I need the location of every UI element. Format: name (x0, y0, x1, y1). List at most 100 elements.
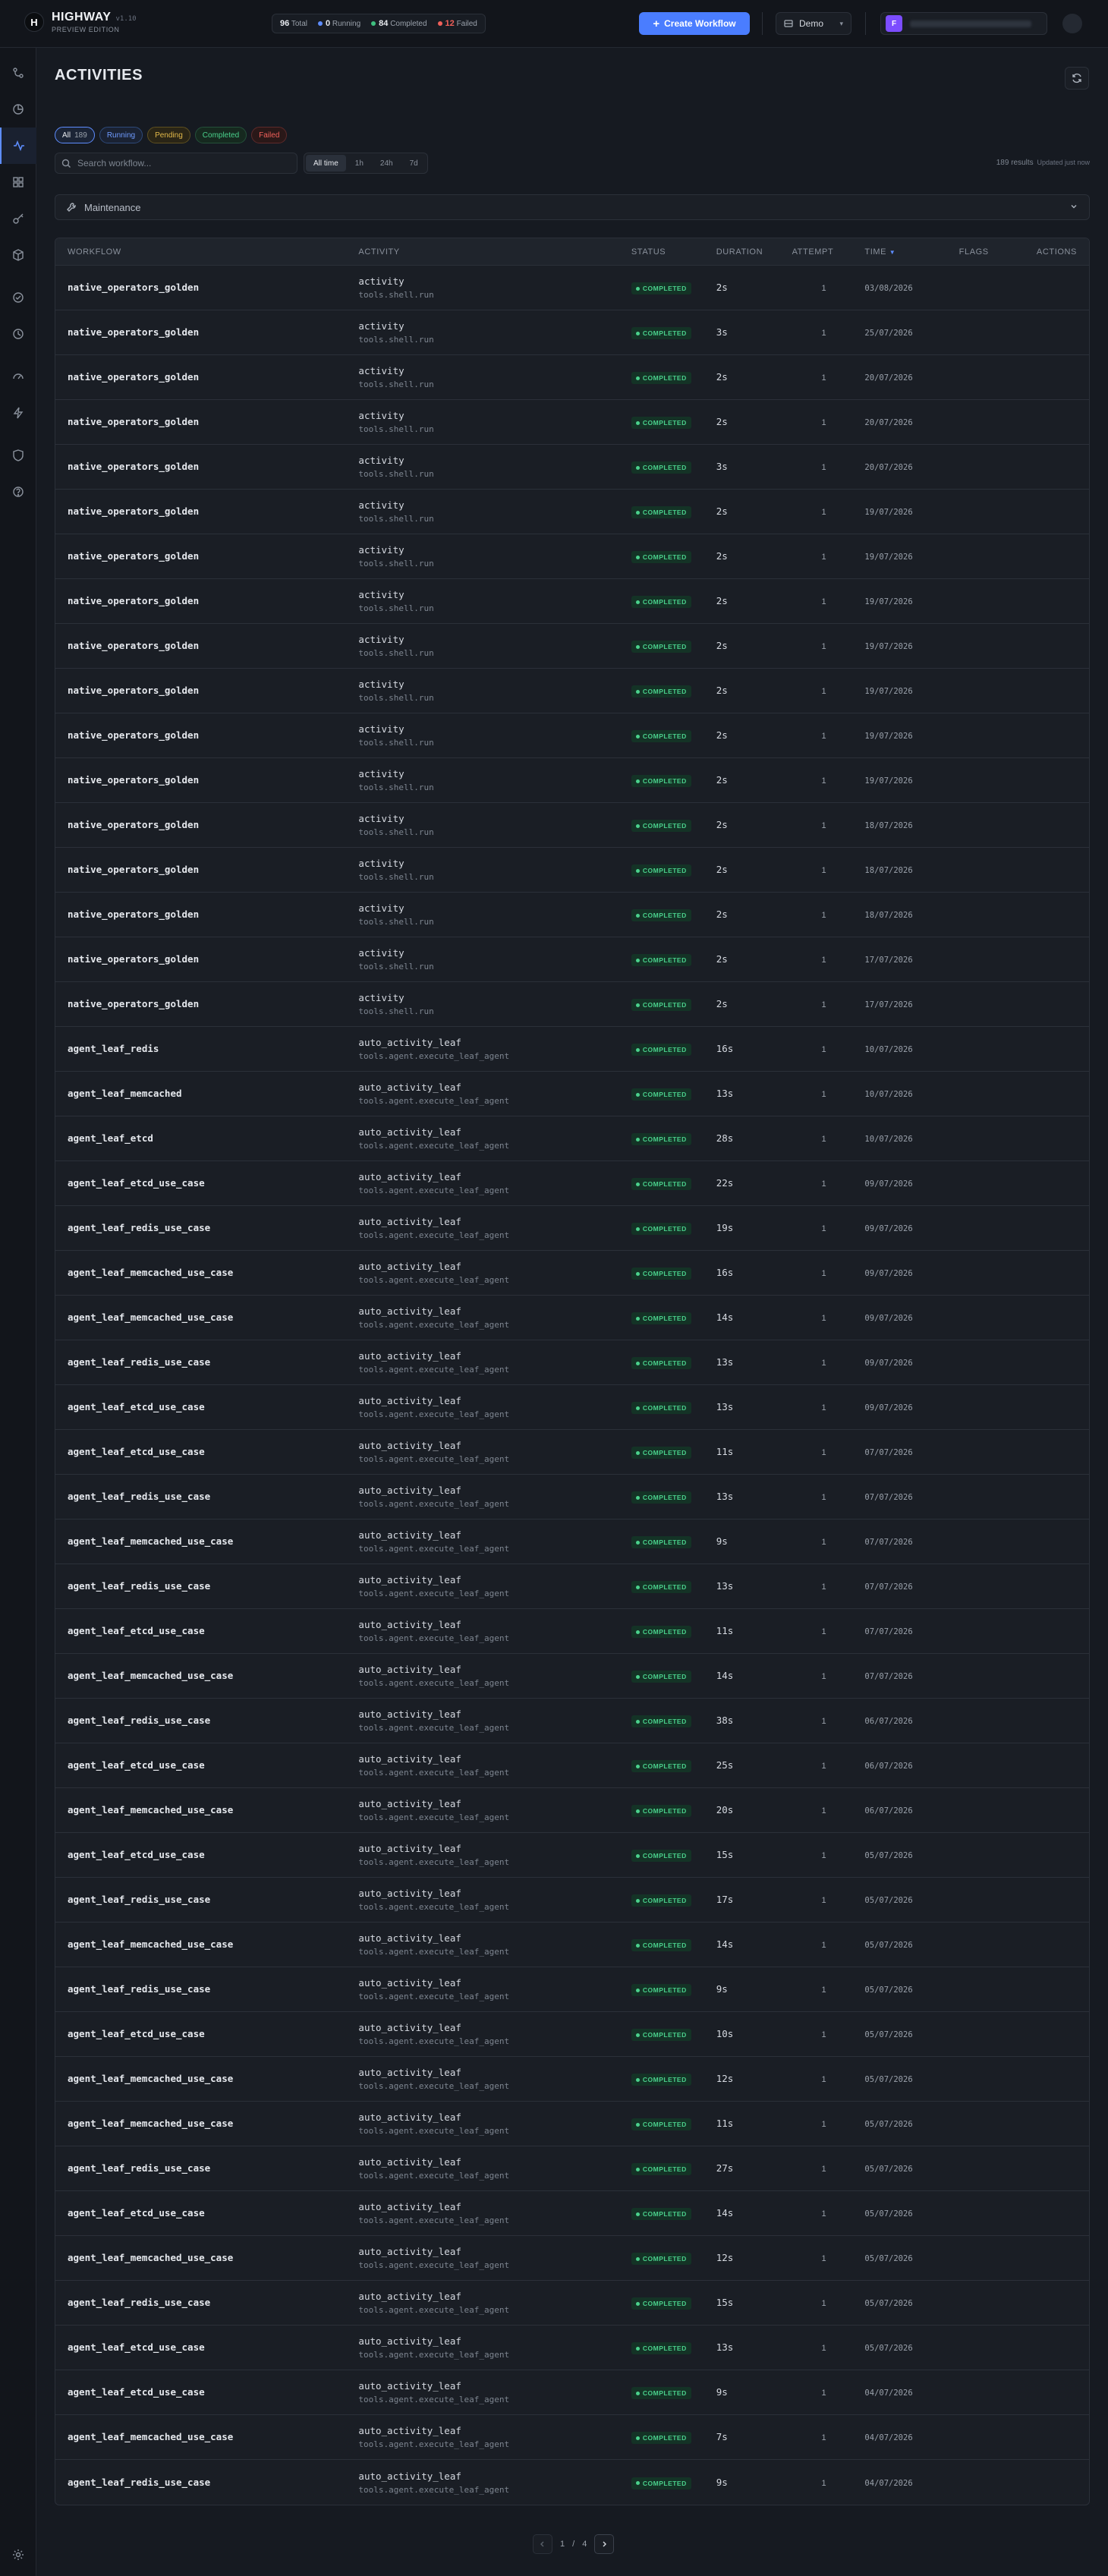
workflow-name[interactable]: agent_leaf_redis_use_case (68, 1580, 210, 1592)
col-activity[interactable]: ACTIVITY (358, 247, 631, 257)
workflow-name[interactable]: native_operators_golden (68, 550, 199, 562)
col-status[interactable]: STATUS (631, 247, 716, 257)
table-row[interactable]: agent_leaf_redis_use_case auto_activity_l… (55, 1878, 1089, 1923)
workflow-name[interactable]: agent_leaf_memcached_use_case (68, 2252, 233, 2263)
table-row[interactable]: agent_leaf_redis_use_case auto_activity_l… (55, 2460, 1089, 2505)
sidebar-item-help[interactable] (0, 474, 36, 510)
table-row[interactable]: agent_leaf_etcd_use_case auto_activity_le… (55, 2370, 1089, 2415)
col-time[interactable]: TIME ▼ (864, 247, 943, 257)
range-24h[interactable]: 24h (373, 155, 401, 172)
create-workflow-button[interactable]: + Create Workflow (639, 12, 750, 35)
table-row[interactable]: agent_leaf_etcd_use_case auto_activity_le… (55, 2012, 1089, 2057)
prev-page-button[interactable] (533, 2534, 552, 2554)
workflow-name[interactable]: native_operators_golden (68, 326, 199, 338)
workflow-name[interactable]: agent_leaf_memcached_use_case (68, 2431, 233, 2442)
filter-all[interactable]: All 189 (55, 127, 95, 143)
stat-total[interactable]: 96 Total (280, 19, 307, 28)
workflow-name[interactable]: native_operators_golden (68, 998, 199, 1009)
table-row[interactable]: native_operators_golden activity tools.she… (55, 400, 1089, 445)
workflow-name[interactable]: native_operators_golden (68, 685, 199, 696)
workflow-name[interactable]: agent_leaf_etcd_use_case (68, 2028, 205, 2039)
sidebar-item-keys[interactable] (0, 200, 36, 237)
table-row[interactable]: agent_leaf_redis_use_case auto_activity_l… (55, 1475, 1089, 1519)
table-row[interactable]: native_operators_golden activity tools.she… (55, 803, 1089, 848)
workflow-name[interactable]: agent_leaf_redis_use_case (68, 1491, 210, 1502)
next-page-button[interactable] (594, 2534, 615, 2554)
workflow-name[interactable]: native_operators_golden (68, 729, 199, 741)
workflow-name[interactable]: agent_leaf_redis (68, 1043, 159, 1054)
user-menu[interactable]: F (880, 12, 1047, 35)
table-row[interactable]: agent_leaf_memcached auto_activity_leaf to… (55, 1072, 1089, 1116)
table-row[interactable]: native_operators_golden activity tools.she… (55, 713, 1089, 758)
workflow-name[interactable]: native_operators_golden (68, 371, 199, 383)
table-row[interactable]: native_operators_golden activity tools.she… (55, 445, 1089, 490)
workflow-name[interactable]: agent_leaf_etcd_use_case (68, 1446, 205, 1457)
table-row[interactable]: agent_leaf_redis_use_case auto_activity_l… (55, 1564, 1089, 1609)
range-7d[interactable]: 7d (402, 155, 426, 172)
workflow-name[interactable]: agent_leaf_memcached_use_case (68, 2118, 233, 2129)
table-row[interactable]: agent_leaf_etcd_use_case auto_activity_le… (55, 2326, 1089, 2370)
table-row[interactable]: agent_leaf_memcached_use_case auto_activi… (55, 2057, 1089, 2102)
workflow-name[interactable]: agent_leaf_memcached_use_case (68, 1535, 233, 1547)
workflow-name[interactable]: agent_leaf_memcached_use_case (68, 1312, 233, 1323)
table-row[interactable]: agent_leaf_etcd_use_case auto_activity_le… (55, 1161, 1089, 1206)
sidebar-item-dashboard[interactable] (0, 164, 36, 200)
workflow-name[interactable]: native_operators_golden (68, 909, 199, 920)
table-row[interactable]: agent_leaf_redis_use_case auto_activity_l… (55, 1699, 1089, 1743)
workflow-name[interactable]: agent_leaf_redis_use_case (68, 2162, 210, 2174)
workflow-name[interactable]: native_operators_golden (68, 505, 199, 517)
workflow-name[interactable]: native_operators_golden (68, 282, 199, 293)
table-row[interactable]: agent_leaf_memcached_use_case auto_activi… (55, 1923, 1089, 1967)
workflow-name[interactable]: agent_leaf_redis_use_case (68, 1715, 210, 1726)
col-attempt[interactable]: ATTEMPT (783, 247, 865, 257)
workflow-name[interactable]: native_operators_golden (68, 953, 199, 965)
table-row[interactable]: native_operators_golden activity tools.she… (55, 624, 1089, 669)
workflow-name[interactable]: agent_leaf_etcd_use_case (68, 2386, 205, 2398)
sidebar-item-events[interactable] (0, 395, 36, 431)
sidebar-item-schedules[interactable] (0, 316, 36, 352)
environment-select[interactable]: Demo ▾ (776, 12, 851, 35)
filter-failed[interactable]: Failed (251, 127, 288, 143)
workflow-name[interactable]: native_operators_golden (68, 461, 199, 472)
table-row[interactable]: agent_leaf_memcached_use_case auto_activi… (55, 2236, 1089, 2281)
sidebar-item-settings[interactable] (0, 2537, 36, 2573)
workflow-name[interactable]: agent_leaf_redis_use_case (68, 1894, 210, 1905)
workflow-name[interactable]: agent_leaf_etcd_use_case (68, 2207, 205, 2219)
workflow-name[interactable]: agent_leaf_memcached_use_case (68, 1804, 233, 1815)
table-row[interactable]: native_operators_golden activity tools.she… (55, 937, 1089, 982)
table-row[interactable]: agent_leaf_redis_use_case auto_activity_l… (55, 1206, 1089, 1251)
filter-completed[interactable]: Completed (194, 127, 247, 143)
workflow-name[interactable]: native_operators_golden (68, 416, 199, 427)
table-row[interactable]: native_operators_golden activity tools.she… (55, 534, 1089, 579)
table-row[interactable]: native_operators_golden activity tools.she… (55, 758, 1089, 803)
workflow-name[interactable]: agent_leaf_etcd_use_case (68, 1401, 205, 1412)
table-row[interactable]: native_operators_golden activity tools.she… (55, 669, 1089, 713)
table-row[interactable]: native_operators_golden activity tools.she… (55, 355, 1089, 400)
filter-running[interactable]: Running (99, 127, 143, 143)
table-row[interactable]: agent_leaf_memcached_use_case auto_activi… (55, 2102, 1089, 2146)
sidebar-item-metrics[interactable] (0, 358, 36, 395)
table-row[interactable]: native_operators_golden activity tools.she… (55, 490, 1089, 534)
workflow-name[interactable]: agent_leaf_memcached_use_case (68, 1938, 233, 1950)
workflow-name[interactable]: native_operators_golden (68, 640, 199, 651)
table-row[interactable]: agent_leaf_etcd_use_case auto_activity_le… (55, 1743, 1089, 1788)
workflow-name[interactable]: native_operators_golden (68, 819, 199, 830)
table-row[interactable]: agent_leaf_etcd_use_case auto_activity_le… (55, 1833, 1089, 1878)
table-row[interactable]: agent_leaf_memcached_use_case auto_activi… (55, 1788, 1089, 1833)
table-row[interactable]: agent_leaf_memcached_use_case auto_activi… (55, 2415, 1089, 2460)
refresh-button[interactable] (1065, 67, 1089, 90)
stat-running[interactable]: 0 Running (317, 19, 360, 28)
col-workflow[interactable]: WORKFLOW (55, 247, 358, 257)
table-row[interactable]: agent_leaf_etcd auto_activity_leaf tools.a… (55, 1116, 1089, 1161)
stat-completed[interactable]: 84 Completed (371, 19, 427, 28)
table-row[interactable]: agent_leaf_memcached_use_case auto_activi… (55, 1251, 1089, 1296)
sidebar-item-approvals[interactable] (0, 279, 36, 316)
workflow-name[interactable]: agent_leaf_memcached_use_case (68, 1267, 233, 1278)
sidebar-item-packages[interactable] (0, 237, 36, 273)
table-row[interactable]: native_operators_golden activity tools.she… (55, 982, 1089, 1027)
stat-failed[interactable]: 12 Failed (437, 19, 477, 28)
workflow-name[interactable]: native_operators_golden (68, 774, 199, 786)
table-row[interactable]: agent_leaf_redis auto_activity_leaf tools.… (55, 1027, 1089, 1072)
table-row[interactable]: native_operators_golden activity tools.she… (55, 893, 1089, 937)
workflow-name[interactable]: agent_leaf_etcd (68, 1132, 153, 1144)
